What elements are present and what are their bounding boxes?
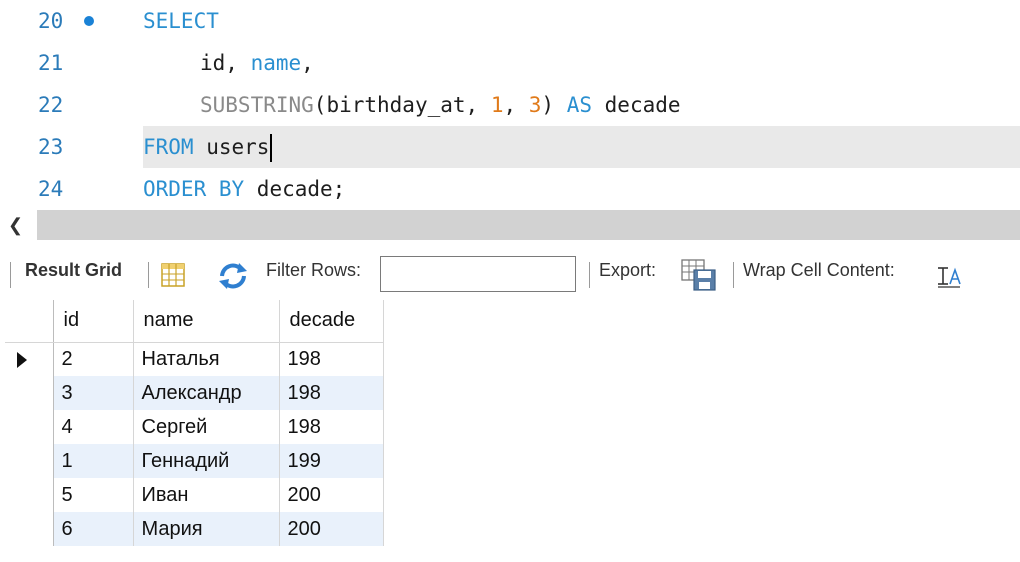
wrap-text-icon[interactable]: [936, 266, 962, 288]
cell-decade[interactable]: 198: [279, 376, 384, 410]
row-header[interactable]: [5, 512, 54, 546]
line-number: 20: [38, 9, 64, 33]
current-line-highlight: [143, 126, 1020, 168]
keyword-token: FROM: [143, 135, 194, 159]
scrollbar-track[interactable]: [37, 210, 1020, 240]
result-grid-tab[interactable]: Result Grid: [25, 258, 122, 282]
identifier-token: (birthday_at,: [313, 93, 491, 117]
row-header[interactable]: [5, 342, 54, 376]
table-row[interactable]: 3 Александр 198: [5, 376, 384, 410]
export-icon[interactable]: [681, 259, 717, 291]
column-header-decade[interactable]: decade: [279, 300, 384, 343]
filter-rows-input[interactable]: [380, 256, 576, 292]
row-header[interactable]: [5, 376, 54, 410]
keyword-token: SELECT: [143, 9, 219, 33]
punctuation-token: ,: [503, 93, 529, 117]
column-header-id[interactable]: id: [53, 300, 134, 343]
identifier-token: decade: [592, 93, 681, 117]
cell-id[interactable]: 2: [53, 342, 134, 376]
cell-name[interactable]: Иван: [133, 478, 280, 512]
cell-id[interactable]: 4: [53, 410, 134, 444]
keyword-token: ORDER BY: [143, 177, 245, 201]
cell-id[interactable]: 5: [53, 478, 134, 512]
row-header[interactable]: [5, 478, 54, 512]
refresh-icon[interactable]: [217, 262, 249, 290]
cell-name[interactable]: Наталья: [133, 342, 280, 376]
cell-id[interactable]: 6: [53, 512, 134, 546]
identifier-token: decade;: [244, 177, 346, 201]
cell-decade[interactable]: 198: [279, 342, 384, 376]
cell-id[interactable]: 3: [53, 376, 134, 410]
cell-decade[interactable]: 198: [279, 410, 384, 444]
chevron-left-icon[interactable]: ❮: [8, 213, 23, 237]
code-line-21: 21 id, name,: [0, 42, 1020, 84]
row-selected-arrow-icon: [17, 351, 27, 368]
table-row[interactable]: 5 Иван 200: [5, 478, 384, 512]
identifier-token: id,: [200, 51, 251, 75]
cell-name[interactable]: Александр: [133, 376, 280, 410]
code-text: id, name,: [200, 42, 314, 84]
text-caret: [270, 134, 273, 162]
cell-name[interactable]: Сергей: [133, 410, 280, 444]
code-line-22: 22 SUBSTRING(birthday_at, 1, 3) AS decad…: [0, 84, 1020, 126]
cell-decade[interactable]: 199: [279, 444, 384, 478]
horizontal-scrollbar[interactable]: ❮: [0, 210, 1020, 240]
table-row[interactable]: 2 Наталья 198: [5, 342, 384, 376]
code-text: ORDER BY decade;: [143, 168, 345, 210]
row-header[interactable]: [5, 444, 54, 478]
cell-decade[interactable]: 200: [279, 478, 384, 512]
cell-id[interactable]: 1: [53, 444, 134, 478]
code-line-23: 23 FROM users: [0, 126, 1020, 168]
punctuation-token: ): [541, 93, 567, 117]
keyword-token: name: [250, 51, 302, 75]
breakpoint-dot-icon[interactable]: [84, 16, 94, 26]
column-header-name[interactable]: name: [133, 300, 280, 343]
line-number: 21: [38, 51, 64, 75]
table-row[interactable]: 4 Сергей 198: [5, 410, 384, 444]
code-line-20: 20 SELECT: [0, 0, 1020, 42]
grid-view-icon[interactable]: [160, 262, 186, 288]
row-header[interactable]: [5, 410, 54, 444]
table-row[interactable]: 1 Геннадий 199: [5, 444, 384, 478]
code-text: SUBSTRING(birthday_at, 1, 3) AS decade: [200, 84, 681, 126]
sql-editor[interactable]: 20 SELECT 21 id, name, 22 SUBSTRING(birt…: [0, 0, 1020, 210]
row-header-corner[interactable]: [5, 300, 54, 343]
filter-rows-label: Filter Rows:: [266, 260, 362, 280]
export-label: Export:: [599, 260, 657, 280]
line-number: 23: [38, 135, 64, 159]
line-number: 22: [38, 93, 64, 117]
code-text: SELECT: [143, 0, 219, 42]
result-grid[interactable]: id name decade 2 Наталья 198 3 Александр…: [5, 300, 384, 546]
number-token: 1: [490, 93, 504, 117]
number-token: 3: [528, 93, 542, 117]
cell-name[interactable]: Мария: [133, 512, 280, 546]
keyword-token: AS: [566, 93, 593, 117]
line-number: 24: [38, 177, 64, 201]
grid-header-row: id name decade: [5, 300, 384, 343]
identifier-token: users: [193, 135, 270, 159]
cell-name[interactable]: Геннадий: [133, 444, 280, 478]
result-toolbar: Result Grid Filter Rows: Export: Wrap Ce…: [0, 240, 1020, 300]
toolbar-separator: [148, 262, 149, 288]
code-line-24: 24 ORDER BY decade;: [0, 168, 1020, 210]
toolbar-separator: [10, 262, 11, 288]
toolbar-separator: [733, 262, 734, 288]
wrap-cell-content-label: Wrap Cell Content:: [743, 260, 895, 280]
cell-decade[interactable]: 200: [279, 512, 384, 546]
code-text: FROM users: [143, 126, 273, 168]
punctuation-token: ,: [301, 51, 314, 75]
toolbar-separator: [589, 262, 590, 288]
function-token: SUBSTRING: [200, 93, 314, 117]
table-row[interactable]: 6 Мария 200: [5, 512, 384, 546]
